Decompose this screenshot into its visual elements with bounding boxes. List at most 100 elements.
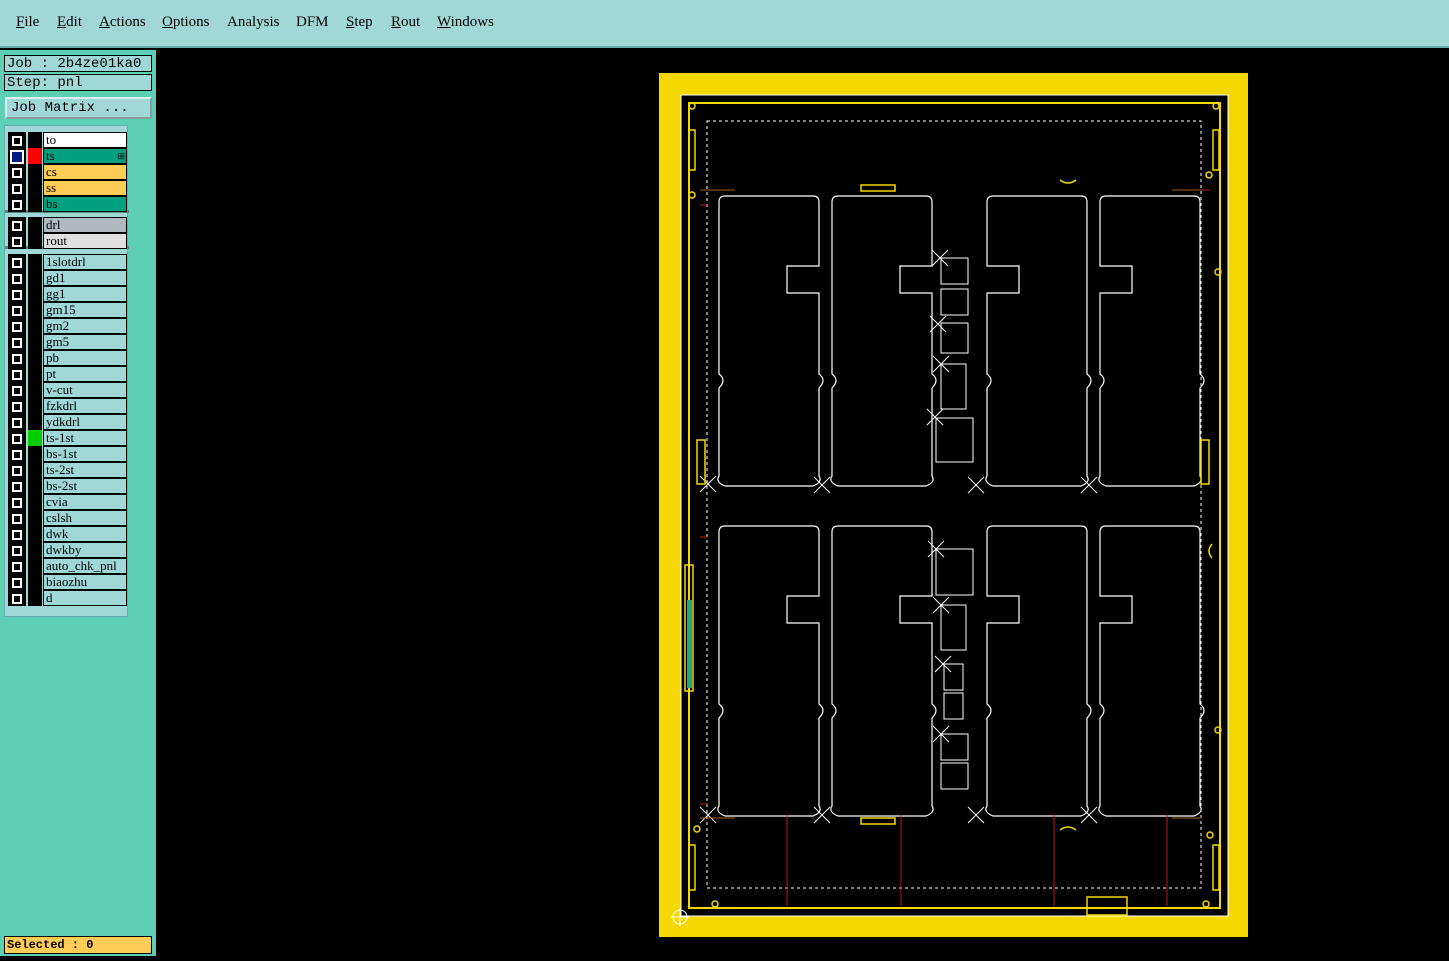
layer-affected-marker[interactable] xyxy=(28,254,42,270)
layer-row-d[interactable]: d xyxy=(5,590,129,606)
layer-name[interactable]: gm15 xyxy=(43,302,127,318)
layer-affected-marker[interactable] xyxy=(28,302,42,318)
layer-row-dwkby[interactable]: dwkby xyxy=(5,542,129,558)
menu-actions[interactable]: Actions xyxy=(99,14,146,31)
layer-row-dwk[interactable]: dwk xyxy=(5,526,129,542)
layer-row-ts-2st[interactable]: ts-2st xyxy=(5,462,129,478)
layer-name[interactable]: ydkdrl xyxy=(43,414,127,430)
layer-affected-marker[interactable] xyxy=(28,398,42,414)
layer-row-cslsh[interactable]: cslsh xyxy=(5,510,129,526)
layer-affected-marker[interactable] xyxy=(28,430,42,446)
layer-row-drl[interactable]: drl xyxy=(5,217,129,233)
layer-affected-marker[interactable] xyxy=(28,414,42,430)
job-matrix-button[interactable]: Job Matrix ... xyxy=(5,97,152,119)
layer-row-gg1[interactable]: gg1 xyxy=(5,286,129,302)
layer-row-gd1[interactable]: gd1 xyxy=(5,270,129,286)
layer-display-checkbox[interactable] xyxy=(12,594,22,604)
layer-row-to[interactable]: to xyxy=(5,132,129,148)
layer-affected-marker[interactable] xyxy=(28,558,42,574)
layer-row-v-cut[interactable]: v-cut xyxy=(5,382,129,398)
layer-row-rout[interactable]: rout xyxy=(5,233,129,249)
layer-display-checkbox[interactable] xyxy=(12,530,22,540)
layer-name[interactable]: ts-2st xyxy=(43,462,127,478)
layer-name[interactable]: pb xyxy=(43,350,127,366)
layer-name[interactable]: ss xyxy=(43,180,127,196)
layer-row-bs-1st[interactable]: bs-1st xyxy=(5,446,129,462)
layer-affected-marker[interactable] xyxy=(28,217,42,233)
graphics-canvas[interactable] xyxy=(156,50,1449,956)
layer-display-checkbox[interactable] xyxy=(12,402,22,412)
menu-analysis[interactable]: Analysis xyxy=(227,14,280,31)
layer-row-ydkdrl[interactable]: ydkdrl xyxy=(5,414,129,430)
layer-row-ts[interactable]: ts ⊞ xyxy=(5,148,129,164)
layer-display-checkbox[interactable] xyxy=(12,562,22,572)
layer-display-checkbox[interactable] xyxy=(12,498,22,508)
layer-display-checkbox[interactable] xyxy=(12,274,22,284)
layer-display-checkbox[interactable] xyxy=(10,150,24,164)
layer-row-cs[interactable]: cs xyxy=(5,164,129,180)
menu-edit[interactable]: Edit xyxy=(57,14,82,31)
menu-options[interactable]: Options xyxy=(162,14,210,31)
layer-row-pt[interactable]: pt xyxy=(5,366,129,382)
layer-display-checkbox[interactable] xyxy=(12,322,22,332)
layer-name[interactable]: cvia xyxy=(43,494,127,510)
layer-display-checkbox[interactable] xyxy=(12,466,22,476)
menu-windows[interactable]: Windows xyxy=(437,14,494,31)
layer-display-checkbox[interactable] xyxy=(12,306,22,316)
layer-display-checkbox[interactable] xyxy=(12,258,22,268)
menu-file[interactable]: File xyxy=(16,14,39,31)
layer-display-checkbox[interactable] xyxy=(12,546,22,556)
layer-name[interactable]: bs-1st xyxy=(43,446,127,462)
layer-display-checkbox[interactable] xyxy=(12,386,22,396)
layer-display-checkbox[interactable] xyxy=(12,434,22,444)
layer-display-checkbox[interactable] xyxy=(12,290,22,300)
layer-name[interactable]: biaozhu xyxy=(43,574,127,590)
layer-name[interactable]: gm5 xyxy=(43,334,127,350)
layer-display-checkbox[interactable] xyxy=(12,221,22,231)
layer-name[interactable]: 1slotdrl xyxy=(43,254,127,270)
layer-name[interactable]: gd1 xyxy=(43,270,127,286)
layer-display-checkbox[interactable] xyxy=(12,482,22,492)
layer-name[interactable]: auto_chk_pnl xyxy=(43,558,127,574)
layer-affected-marker[interactable] xyxy=(28,350,42,366)
layer-name[interactable]: fzkdrl xyxy=(43,398,127,414)
layer-name[interactable]: dwk xyxy=(43,526,127,542)
layer-affected-marker[interactable] xyxy=(28,462,42,478)
layer-name[interactable]: rout xyxy=(43,233,127,249)
layer-row-biaozhu[interactable]: biaozhu xyxy=(5,574,129,590)
layer-display-checkbox[interactable] xyxy=(12,338,22,348)
layer-affected-marker[interactable] xyxy=(28,270,42,286)
layer-name[interactable]: gm2 xyxy=(43,318,127,334)
layer-affected-marker[interactable] xyxy=(28,132,42,148)
layer-name[interactable]: dwkby xyxy=(43,542,127,558)
layer-row-gm2[interactable]: gm2 xyxy=(5,318,129,334)
layer-name[interactable]: cs xyxy=(43,164,127,180)
layer-name[interactable]: pt xyxy=(43,366,127,382)
layer-display-checkbox[interactable] xyxy=(12,578,22,588)
layer-display-checkbox[interactable] xyxy=(12,168,22,178)
layer-affected-marker[interactable] xyxy=(28,542,42,558)
layer-affected-marker[interactable] xyxy=(28,318,42,334)
layer-affected-marker[interactable] xyxy=(28,382,42,398)
layer-affected-marker[interactable] xyxy=(28,196,42,212)
layer-name[interactable]: bs xyxy=(43,196,127,212)
layer-name[interactable]: ts-1st xyxy=(43,430,127,446)
layer-affected-marker[interactable] xyxy=(28,233,42,249)
layer-name[interactable]: drl xyxy=(43,217,127,233)
layer-row-gm5[interactable]: gm5 xyxy=(5,334,129,350)
layer-row-gm15[interactable]: gm15 xyxy=(5,302,129,318)
layer-row-bs[interactable]: bs xyxy=(5,196,129,212)
layer-display-checkbox[interactable] xyxy=(12,418,22,428)
layer-affected-marker[interactable] xyxy=(28,366,42,382)
menu-step[interactable]: Step xyxy=(346,14,373,31)
layer-affected-marker[interactable] xyxy=(28,164,42,180)
layer-row-bs-2st[interactable]: bs-2st xyxy=(5,478,129,494)
layer-affected-marker[interactable] xyxy=(28,334,42,350)
layer-row-pb[interactable]: pb xyxy=(5,350,129,366)
layer-name[interactable]: gg1 xyxy=(43,286,127,302)
layer-affected-marker[interactable] xyxy=(28,574,42,590)
layer-display-checkbox[interactable] xyxy=(12,237,22,247)
layer-affected-marker[interactable] xyxy=(28,590,42,606)
layer-row-cvia[interactable]: cvia xyxy=(5,494,129,510)
layer-display-checkbox[interactable] xyxy=(12,184,22,194)
